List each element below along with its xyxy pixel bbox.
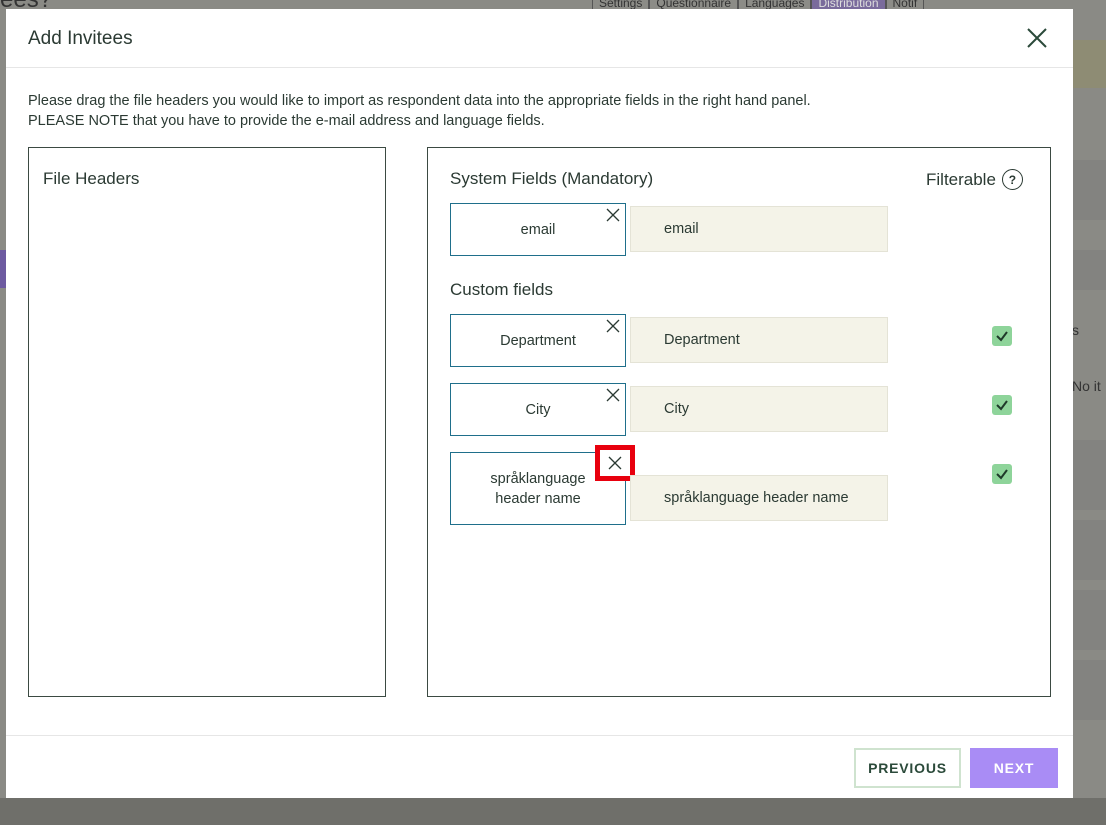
remove-mapping-icon[interactable]: [595, 445, 635, 481]
filterable-label: Filterable: [926, 169, 996, 189]
background-right-band: [1073, 440, 1106, 510]
custom-field-department: Department: [630, 317, 888, 363]
mapped-header-chip-language[interactable]: språklanguage header name: [450, 445, 635, 525]
previous-button[interactable]: PREVIOUS: [854, 748, 961, 788]
modal-footer: PREVIOUS NEXT: [6, 735, 1073, 798]
background-right-text: No it: [1072, 378, 1101, 394]
mapped-header-label: språklanguage header name: [490, 470, 586, 507]
system-field-email: email: [630, 206, 888, 252]
background-right-band: [1073, 660, 1106, 720]
filterable-checkbox-language[interactable]: [992, 464, 1012, 484]
modal-header: Add Invitees: [6, 9, 1073, 68]
checkmark-icon: [996, 469, 1008, 480]
filterable-header: Filterable ?: [926, 169, 1023, 190]
background-right-band: [1073, 590, 1106, 650]
checkmark-icon: [996, 331, 1008, 342]
background-bottom-bar: [0, 798, 1106, 825]
background-right-text: s: [1072, 322, 1079, 338]
field-mapping-panel: System Fields (Mandatory) Filterable ? e…: [427, 147, 1051, 697]
mapped-header-label: Department: [500, 332, 576, 349]
system-fields-title: System Fields (Mandatory): [450, 169, 654, 188]
mapped-header-chip-department[interactable]: Department: [450, 314, 626, 367]
checkmark-icon: [996, 400, 1008, 411]
remove-mapping-icon[interactable]: [605, 318, 621, 334]
background-right-band: [1073, 160, 1106, 220]
background-right-band: [1073, 520, 1106, 580]
custom-field-language: språklanguage header name: [630, 475, 888, 521]
file-headers-title: File Headers: [43, 169, 140, 188]
custom-fields-title: Custom fields: [450, 280, 553, 299]
next-button[interactable]: NEXT: [970, 748, 1058, 788]
custom-field-city: City: [630, 386, 888, 432]
help-icon[interactable]: ?: [1001, 169, 1023, 190]
filterable-checkbox-department[interactable]: [992, 326, 1012, 346]
close-icon[interactable]: [1025, 26, 1049, 50]
instructions-line-2: PLEASE NOTE that you have to provide the…: [28, 113, 545, 129]
background-right-band: [1073, 250, 1106, 290]
instructions-line-1: Please drag the file headers you would l…: [28, 93, 811, 109]
mapped-header-chip-city[interactable]: City: [450, 383, 626, 436]
add-invitees-modal: Add Invitees Please drag the file header…: [6, 9, 1073, 798]
mapped-header-label: City: [525, 401, 551, 418]
file-headers-panel[interactable]: File Headers: [28, 147, 386, 697]
remove-mapping-icon[interactable]: [605, 387, 621, 403]
mapped-header-chip-email[interactable]: email: [450, 203, 626, 256]
background-right-band: [1073, 40, 1106, 88]
mapped-header-label: email: [520, 221, 556, 238]
remove-mapping-icon[interactable]: [605, 207, 621, 223]
instructions: Please drag the file headers you would l…: [28, 91, 811, 131]
modal-title: Add Invitees: [28, 28, 133, 49]
filterable-checkbox-city[interactable]: [992, 395, 1012, 415]
